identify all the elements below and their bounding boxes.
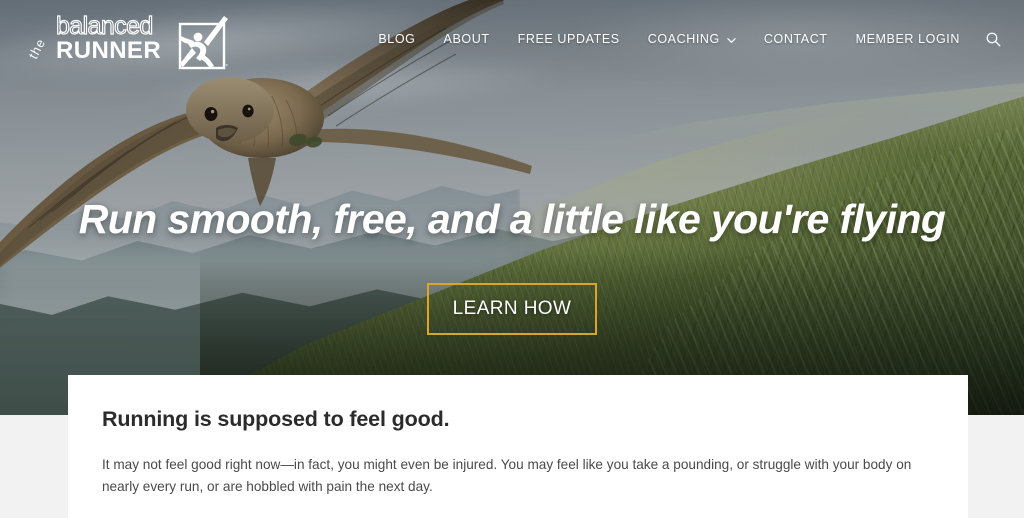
nav-label: CONTACT: [763, 32, 828, 46]
logo-trademark: ™: [225, 63, 228, 70]
nav-item-coaching[interactable]: COACHING: [634, 0, 750, 78]
nav-label: COACHING: [647, 32, 720, 46]
logo-script-word: the: [28, 36, 49, 62]
intro-paragraph: It may not feel good right now—in fact, …: [102, 457, 912, 495]
intro-content-card: Running is supposed to feel good. It may…: [68, 375, 968, 518]
learn-how-button[interactable]: LEARN HOW: [427, 283, 597, 335]
chevron-down-icon: [727, 34, 736, 43]
logo-light-word: balanced: [56, 12, 153, 40]
nav-label: MEMBER LOGIN: [855, 32, 960, 46]
logo-bold-word: RUNNER: [56, 37, 161, 64]
nav-item-member-login[interactable]: MEMBER LOGIN: [842, 0, 974, 78]
nav-label: BLOG: [378, 32, 416, 46]
intro-heading: Running is supposed to feel good.: [102, 407, 450, 431]
search-icon[interactable]: [976, 0, 1010, 78]
nav-label: ABOUT: [443, 32, 490, 46]
page-root: Run smooth, free, and a little like you'…: [0, 0, 1024, 518]
site-header: the balanced RUNNER ™ BLOG ABOUT FREE UP…: [0, 0, 1024, 78]
nav-item-contact[interactable]: CONTACT: [750, 0, 842, 78]
nav-item-about[interactable]: ABOUT: [430, 0, 504, 78]
nav-item-blog[interactable]: BLOG: [364, 0, 429, 78]
site-logo[interactable]: the balanced RUNNER ™: [28, 8, 228, 70]
running-figure-mark-icon: ™: [178, 16, 228, 70]
nav-item-free-updates[interactable]: FREE UPDATES: [504, 0, 634, 78]
main-navigation: BLOG ABOUT FREE UPDATES COACHING CONTACT: [364, 0, 1010, 78]
nav-label: FREE UPDATES: [517, 32, 620, 46]
